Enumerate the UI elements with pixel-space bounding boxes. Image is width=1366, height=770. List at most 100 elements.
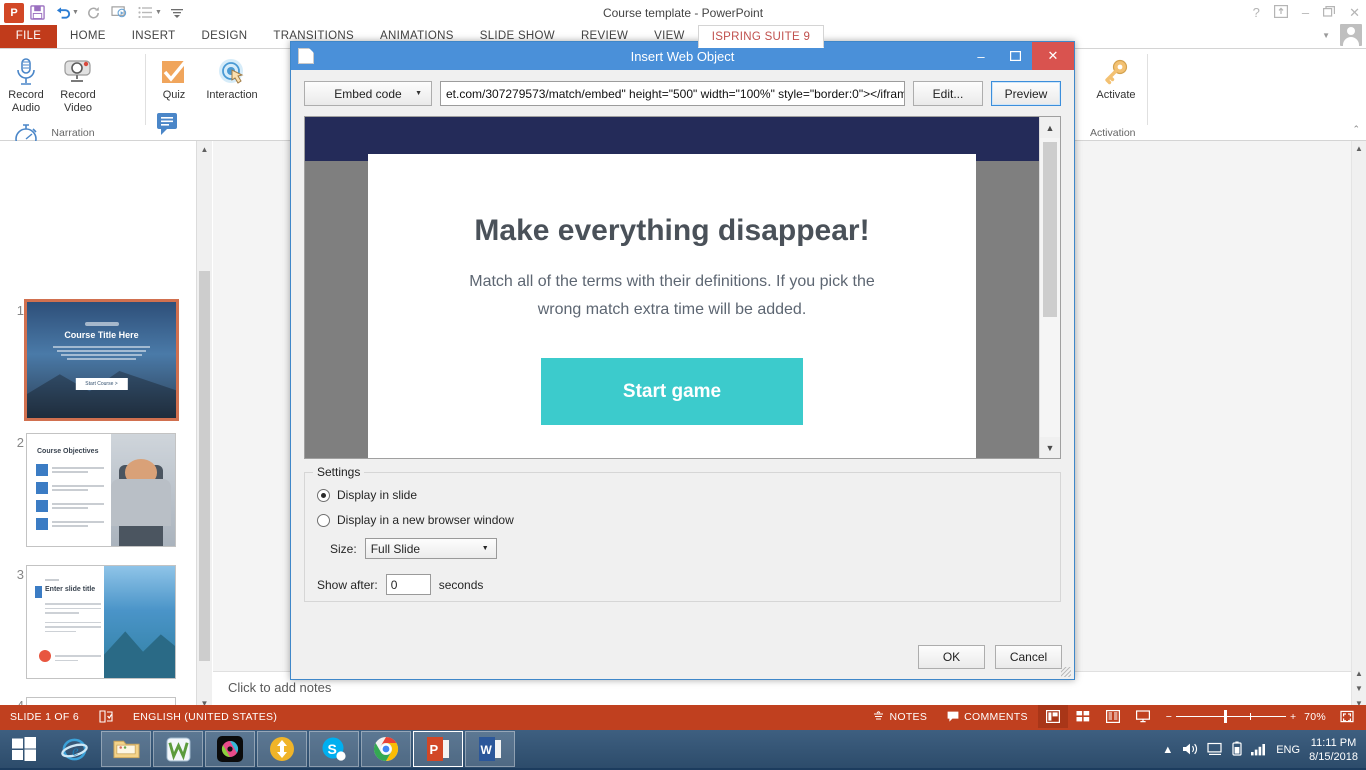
record-audio-button[interactable]: Record Audio [0, 49, 52, 114]
slide-thumbnail-3[interactable]: Enter slide title [26, 565, 176, 679]
ribbon-group-divider-2 [1147, 54, 1148, 125]
collapse-ribbon-arrow-icon[interactable]: ⌃ [1352, 124, 1360, 135]
skype-icon[interactable]: S [309, 731, 359, 767]
close-icon[interactable]: ✕ [1349, 5, 1360, 21]
slide-pane-scrollbar[interactable]: ▲ ▲ ▼ ▼ [1351, 141, 1366, 711]
ok-button[interactable]: OK [918, 645, 985, 669]
zoom-slider-track[interactable] [1175, 710, 1286, 723]
powerpoint-icon[interactable]: P [413, 731, 463, 767]
tab-home[interactable]: HOME [57, 25, 119, 48]
next-slide-icon[interactable]: ▼ [1352, 681, 1366, 696]
slide-thumbnail-2[interactable]: Course Objectives [26, 433, 176, 547]
activate-button[interactable]: Activate [1086, 49, 1146, 102]
preview-scroll-thumb[interactable] [1043, 142, 1057, 317]
word-icon[interactable]: W [465, 731, 515, 767]
fit-slide-to-window-button[interactable] [1332, 705, 1362, 728]
network-monitor-icon[interactable] [1207, 742, 1223, 759]
previous-slide-icon[interactable]: ▲ [1352, 666, 1366, 681]
list-dropdown-icon[interactable]: ▼ [155, 9, 162, 16]
preview-scroll-down-icon[interactable]: ▼ [1040, 437, 1060, 458]
start-button[interactable] [0, 729, 48, 769]
start-game-button[interactable]: Start game [541, 358, 803, 425]
thumbnail-scroll-up-icon[interactable]: ▲ [197, 141, 212, 157]
file-explorer-icon[interactable] [101, 731, 151, 767]
avatar[interactable] [1340, 24, 1362, 46]
ribbon-display-options-icon[interactable] [1273, 4, 1288, 21]
embed-code-input[interactable]: et.com/307279573/match/embed" height="50… [440, 81, 905, 106]
wondershare-icon[interactable] [153, 731, 203, 767]
show-hidden-icons-icon[interactable]: ▲ [1162, 744, 1173, 756]
display-in-browser-option[interactable]: Display in a new browser window [317, 513, 1060, 527]
collapse-ribbon-icon[interactable]: ▼ [1322, 31, 1330, 40]
zoom-slider-handle[interactable] [1223, 710, 1227, 723]
resize-grip[interactable] [1061, 667, 1071, 677]
display-in-browser-radio[interactable] [317, 513, 330, 527]
slide-number-3: 3 [16, 567, 24, 582]
web-object-preview[interactable]: Make everything disappear! Match all of … [304, 116, 1061, 459]
settings-body: Display in slide Display in a new browse… [305, 473, 1060, 595]
dialog-maximize-button[interactable] [998, 42, 1032, 70]
source-type-dropdown[interactable]: Embed code ▼ [304, 81, 432, 106]
display-in-slide-radio[interactable] [317, 488, 330, 502]
volume-icon[interactable] [1182, 742, 1198, 759]
google-chrome-icon[interactable] [361, 731, 411, 767]
clock[interactable]: 11:11 PM 8/15/2018 [1309, 736, 1358, 764]
normal-view-button[interactable] [1037, 705, 1068, 728]
size-row: Size: Full Slide ▼ [330, 538, 1060, 559]
signal-icon[interactable] [1251, 742, 1267, 759]
zoom-slider[interactable]: − + [1158, 710, 1304, 723]
quiz-button[interactable]: Quiz [148, 49, 200, 102]
dialog-title-bar[interactable]: Insert Web Object – ✕ [291, 42, 1074, 70]
dialog-close-button[interactable]: ✕ [1032, 42, 1074, 70]
spell-check-icon[interactable] [89, 705, 123, 728]
thumbnail-scrollbar[interactable]: ▲ ▼ [196, 141, 212, 711]
minimize-icon[interactable]: – [1302, 5, 1309, 20]
tab-file[interactable]: FILE [0, 25, 57, 48]
preview-button[interactable]: Preview [991, 81, 1061, 106]
help-icon[interactable]: ? [1253, 5, 1260, 20]
battery-icon[interactable] [1232, 741, 1242, 759]
slide-thumbnail-panel[interactable]: 1 Course Title Here Start Course > 2 Cou… [0, 141, 196, 711]
zoom-in-button[interactable]: + [1290, 711, 1296, 723]
clock-time: 11:11 PM [1310, 737, 1357, 749]
tab-design[interactable]: DESIGN [188, 25, 260, 48]
tab-insert[interactable]: INSERT [119, 25, 189, 48]
slide-sorter-view-button[interactable] [1068, 705, 1098, 728]
restore-icon[interactable] [1323, 5, 1336, 20]
slide-counter[interactable]: SLIDE 1 OF 6 [0, 705, 89, 728]
dialog-minimize-button[interactable]: – [964, 42, 998, 70]
slide-number-2: 2 [16, 435, 24, 450]
customize-toolbar-icon[interactable] [164, 2, 190, 24]
preview-scrollbar[interactable]: ▲ ▼ [1039, 117, 1060, 458]
notes-button[interactable]: NOTES [863, 705, 937, 728]
checkmark-icon [148, 55, 200, 89]
zoom-level[interactable]: 70% [1304, 705, 1332, 728]
display-in-slide-option[interactable]: Display in slide [317, 488, 1060, 502]
slide-thumbnail-1[interactable]: Course Title Here Start Course > [24, 299, 179, 421]
cancel-button[interactable]: Cancel [995, 645, 1062, 669]
start-presentation-icon[interactable] [107, 2, 133, 24]
media-player-icon[interactable] [205, 731, 255, 767]
slide-show-view-button[interactable] [1128, 705, 1158, 728]
interaction-button[interactable]: Interaction [200, 49, 264, 102]
reading-view-button[interactable] [1098, 705, 1128, 728]
quick-access-toolbar: P ▼ ▼ Course template - PowerPoint ? – ✕ [0, 0, 1366, 25]
language-indicator-tray[interactable]: ENG [1276, 744, 1300, 756]
language-indicator[interactable]: ENGLISH (UNITED STATES) [123, 705, 287, 728]
save-icon[interactable] [24, 2, 50, 24]
preview-scroll-up-icon[interactable]: ▲ [1040, 117, 1060, 138]
tab-ispring-suite-9[interactable]: ISPRING SUITE 9 [697, 25, 825, 48]
internet-explorer-icon[interactable]: e [49, 731, 99, 767]
edit-button[interactable]: Edit... [913, 81, 983, 106]
comments-button[interactable]: COMMENTS [937, 705, 1038, 728]
redo-icon[interactable] [81, 2, 107, 24]
ribbon-group-activation-label: Activation [1090, 127, 1136, 139]
thumbnail-scroll-thumb[interactable] [199, 271, 210, 661]
zoom-out-button[interactable]: − [1166, 711, 1172, 723]
utorrent-icon[interactable] [257, 731, 307, 767]
slide-scroll-up-icon[interactable]: ▲ [1352, 141, 1366, 156]
show-after-input[interactable]: 0 [385, 574, 431, 595]
size-dropdown[interactable]: Full Slide ▼ [364, 538, 497, 559]
record-video-button[interactable]: Record Video [52, 49, 104, 114]
undo-dropdown-icon[interactable]: ▼ [72, 9, 79, 16]
